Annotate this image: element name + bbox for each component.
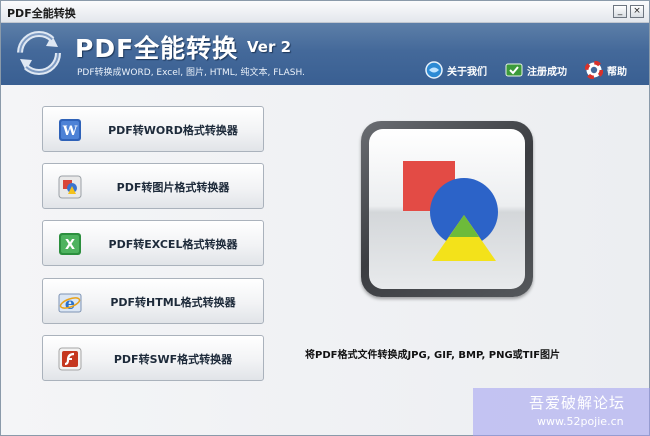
- close-button[interactable]: ×: [630, 5, 644, 18]
- title-bar[interactable]: PDF全能转换 _ ×: [1, 1, 649, 23]
- html-converter-button[interactable]: e PDF转HTML格式转换器: [42, 278, 264, 324]
- forum-watermark: 吾爱破解论坛 www.52pojie.cn: [473, 388, 650, 436]
- image-format-icon: [403, 161, 498, 261]
- about-us-link[interactable]: 关于我们: [425, 61, 487, 79]
- svg-text:e: e: [65, 294, 75, 313]
- excel-icon: X: [59, 233, 81, 255]
- excel-converter-label: PDF转EXCEL格式转换器: [108, 238, 238, 251]
- watermark-url: www.52pojie.cn: [537, 415, 624, 428]
- html-converter-label: PDF转HTML格式转换器: [110, 296, 236, 309]
- about-us-label: 关于我们: [447, 66, 487, 78]
- refresh-logo-icon: [17, 31, 61, 75]
- app-tagline: PDF转换成WORD, Excel, 图片, HTML, 纯文本, FLASH.: [77, 68, 305, 78]
- picture-icon: [58, 175, 82, 199]
- flash-icon: [58, 347, 82, 371]
- register-link[interactable]: 注册成功: [505, 61, 567, 79]
- image-converter-label: PDF转图片格式转换器: [116, 181, 230, 194]
- svg-text:X: X: [65, 238, 75, 253]
- app-window: PDF全能转换 _ × PDF全能转换 Ver 2 PDF转换成WORD, Ex…: [0, 0, 650, 436]
- ie-icon: e: [58, 293, 82, 313]
- word-converter-button[interactable]: W PDF转WORD格式转换器: [42, 106, 264, 152]
- app-name: PDF全能转换: [75, 34, 239, 63]
- swf-converter-button[interactable]: PDF转SWF格式转换器: [42, 335, 264, 381]
- main-content: W PDF转WORD格式转换器 PDF转图片格式转换器 X PDF转EXCEL格…: [1, 85, 649, 435]
- excel-converter-button[interactable]: X PDF转EXCEL格式转换器: [42, 220, 264, 266]
- image-preview-panel: [361, 121, 533, 297]
- register-label: 注册成功: [527, 66, 567, 78]
- svg-text:W: W: [62, 124, 78, 139]
- image-converter-button[interactable]: PDF转图片格式转换器: [42, 163, 264, 209]
- help-link[interactable]: 帮助: [585, 61, 627, 79]
- swf-converter-label: PDF转SWF格式转换器: [113, 353, 233, 366]
- window-title: PDF全能转换: [7, 7, 76, 20]
- minimize-button[interactable]: _: [613, 5, 627, 18]
- watermark-title: 吾爱破解论坛: [529, 394, 626, 412]
- preview-description: 将PDF格式文件转换成JPG, GIF, BMP, PNG或TIF图片: [305, 350, 561, 361]
- globe-icon: [425, 61, 443, 79]
- word-icon: W: [59, 119, 81, 141]
- header-banner: PDF全能转换 Ver 2 PDF转换成WORD, Excel, 图片, HTM…: [1, 23, 649, 85]
- register-check-icon: [505, 63, 523, 77]
- word-converter-label: PDF转WORD格式转换器: [108, 124, 238, 137]
- help-label: 帮助: [607, 66, 627, 78]
- lifebuoy-icon: [585, 61, 603, 79]
- app-version: Ver 2: [247, 38, 292, 56]
